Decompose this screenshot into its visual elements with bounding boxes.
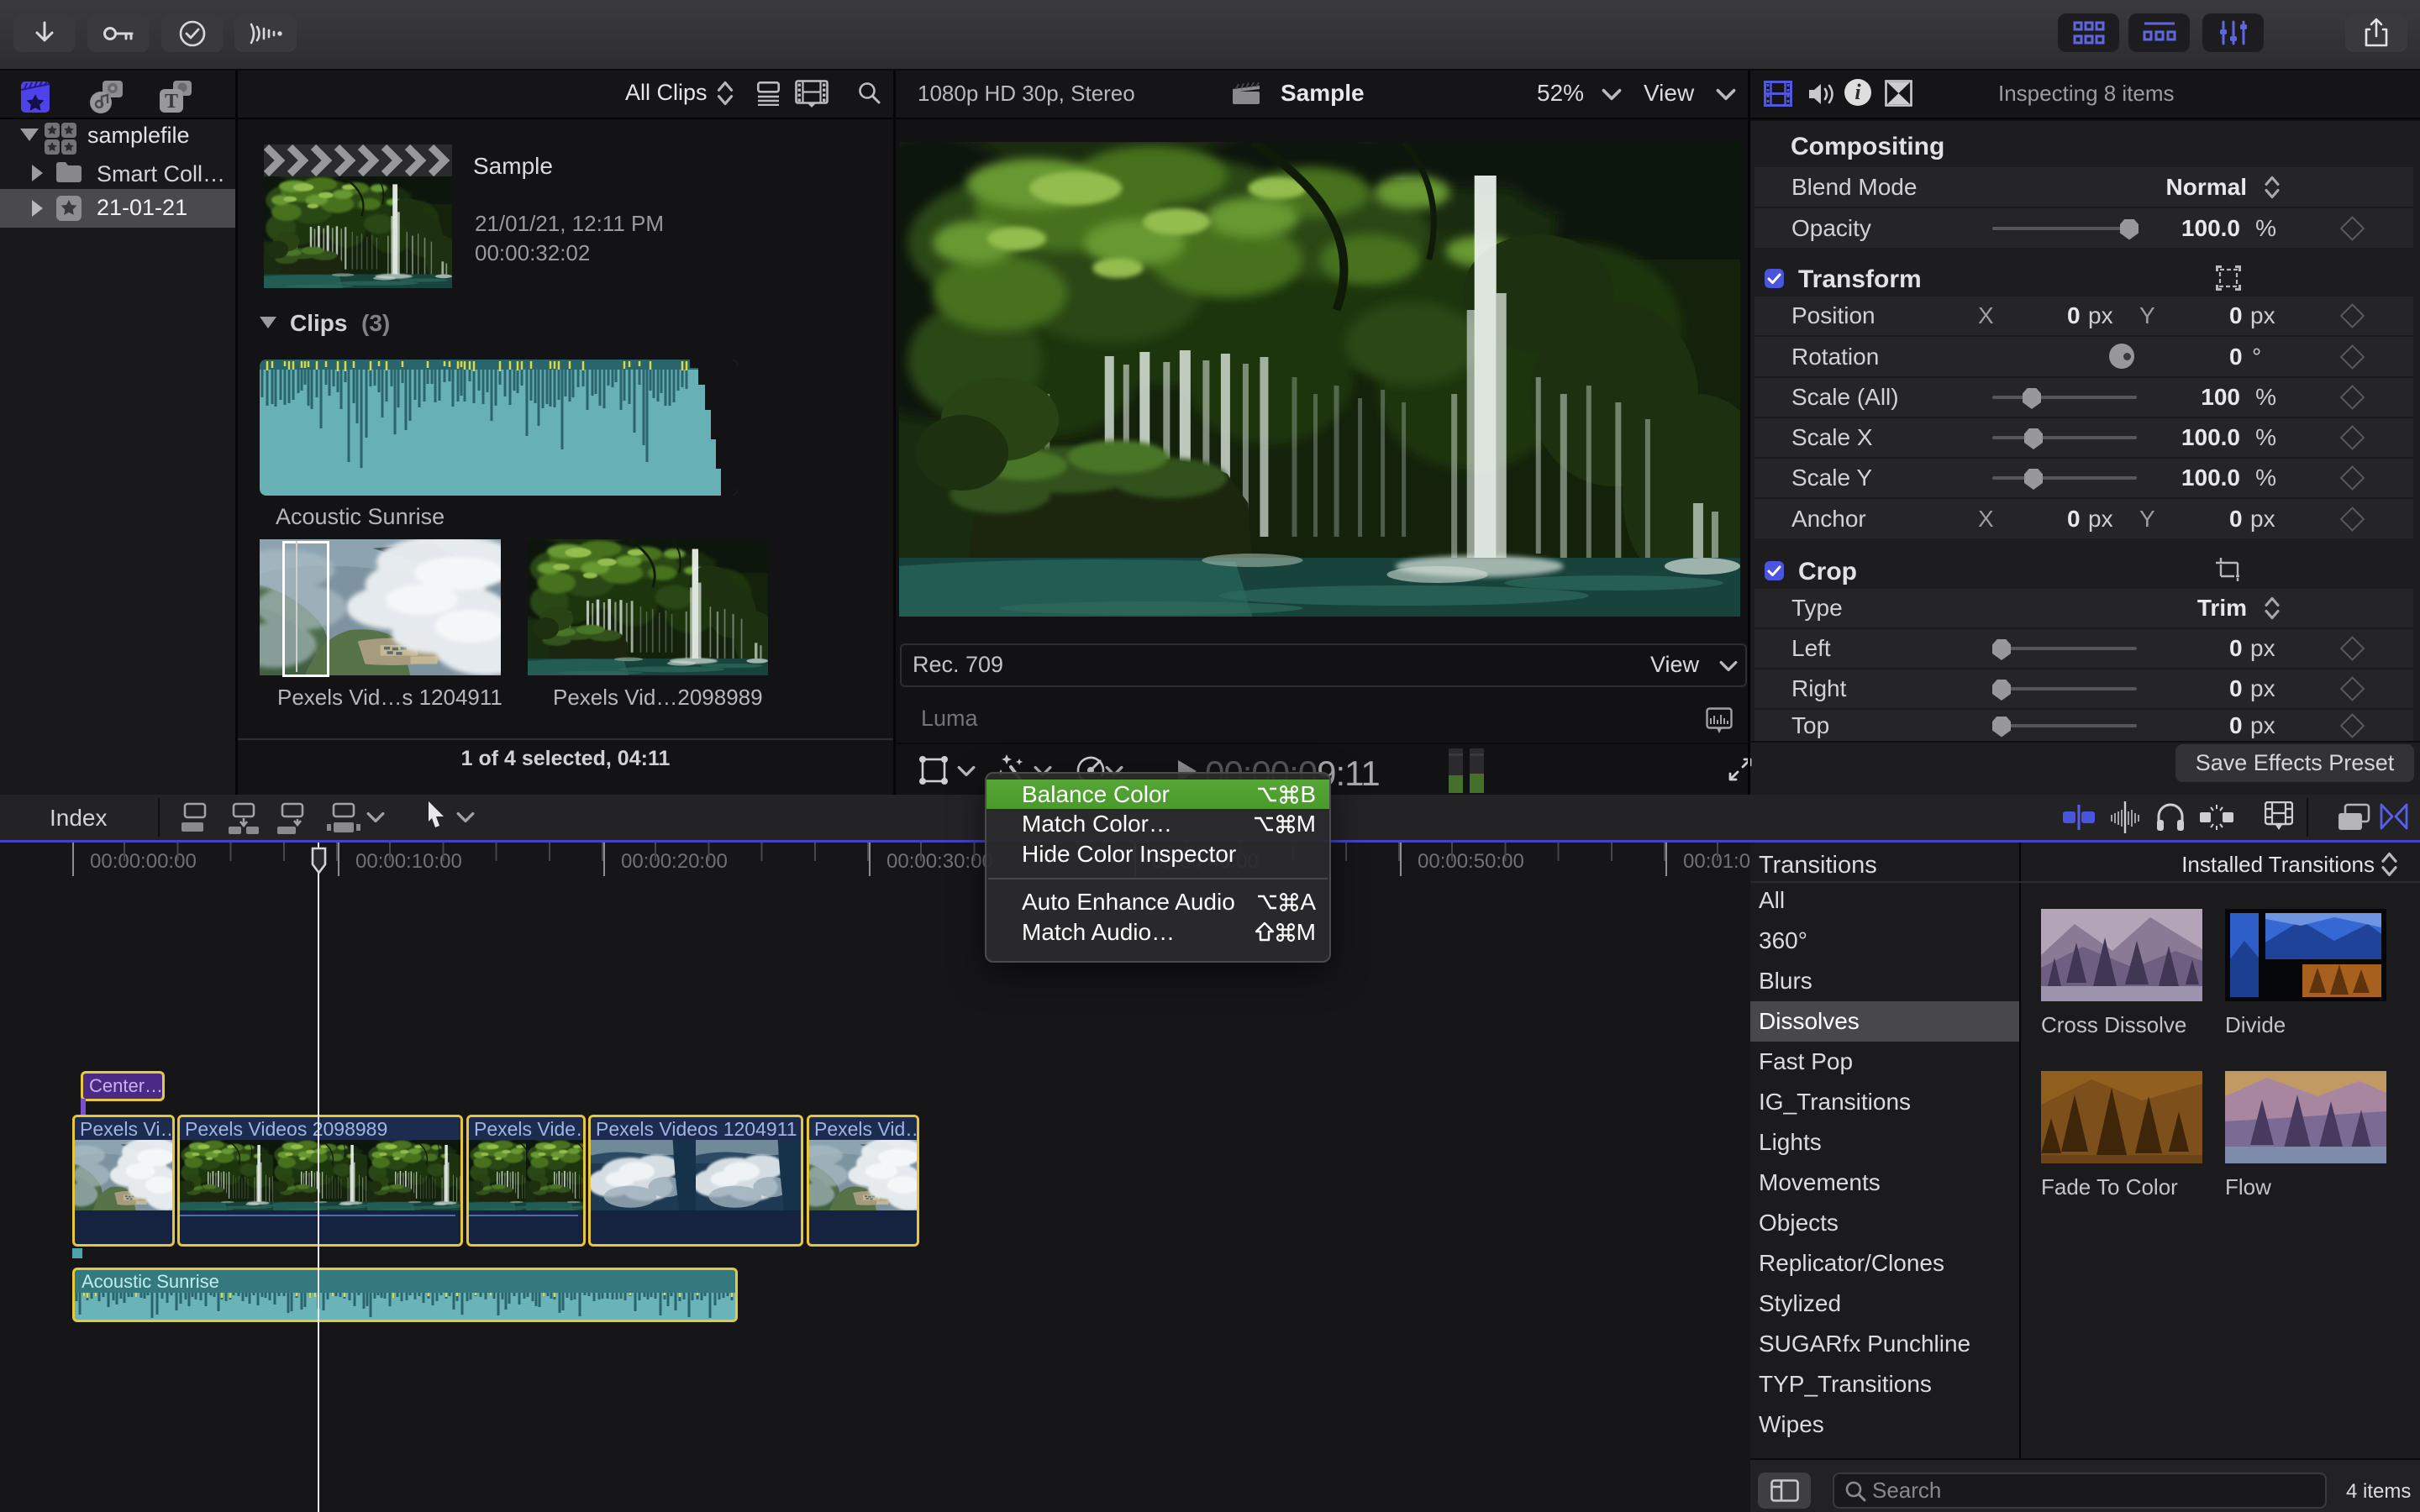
svg-text:T: T [165, 91, 178, 113]
